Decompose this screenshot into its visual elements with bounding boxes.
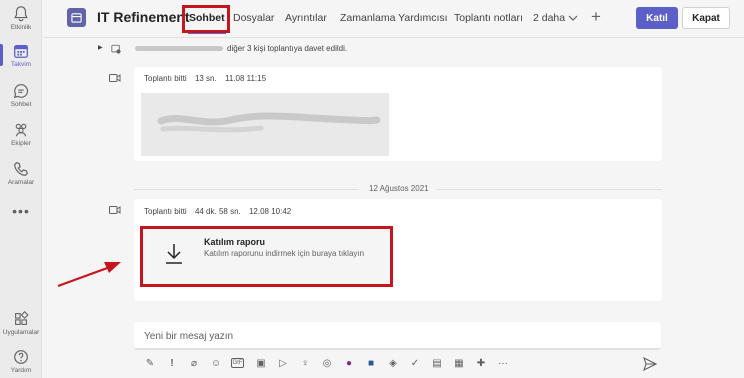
meeting-status: Toplantı bitti (144, 207, 187, 216)
tab-scheduling-assistant[interactable]: Zamanlama Yardımcısı (340, 12, 448, 24)
invite-line: diğer 3 kişi toplantıya davet edildi. (135, 44, 347, 53)
date-divider: 12 Ağustos 2021 (134, 184, 662, 194)
add-tab-button[interactable]: + (591, 7, 601, 27)
bell-icon (14, 6, 28, 22)
calendar-icon (14, 44, 28, 58)
gif-icon[interactable]: GIF (231, 358, 244, 368)
meeting-duration: 13 sn. (194, 74, 217, 83)
app-icon-2[interactable]: ■ (364, 356, 378, 370)
divider-line-left (134, 189, 359, 190)
tab-files[interactable]: Dosyalar (233, 12, 274, 24)
rail-help-label: Yardım (10, 367, 32, 374)
attendance-report-description: Katılım raporunu indirmek için buraya tı… (204, 249, 365, 258)
app-icon-6[interactable]: ▦ (452, 356, 466, 370)
emoji-icon[interactable]: ☺ (209, 356, 223, 370)
invite-text: diğer 3 kişi toplantıya davet edildi. (227, 44, 348, 53)
meeting-card-2: Toplantı bitti 44 dk. 58 sn. 12.08 10:42… (134, 199, 662, 301)
channel-header: IT Refinement Sohbet Dosyalar Ayrıntılar… (43, 0, 744, 38)
rail-calendar-label: Takvim (10, 61, 32, 68)
rail-chat[interactable]: Sohbet (0, 82, 42, 108)
meeting-card-1: Toplantı bitti 13 sn. 11.08 11:15 (134, 67, 662, 161)
divider-line-right (436, 189, 662, 190)
attach-icon[interactable]: ⌀ (187, 356, 201, 370)
rail-calls-label: Aramalar (7, 179, 35, 186)
attendance-report-card[interactable]: Katılım raporu Katılım raporunu indirmek… (140, 226, 393, 287)
app-icon-1[interactable]: ● (342, 356, 356, 370)
important-icon[interactable]: ! (165, 356, 179, 370)
meeting-time: 11.08 11:15 (224, 74, 267, 83)
rail-more-button[interactable]: ••• (0, 203, 42, 219)
app-icon-7[interactable]: ✚ (474, 356, 488, 370)
phone-icon (14, 162, 28, 176)
meeting-status: Toplantı bitti (144, 74, 187, 83)
praise-icon[interactable]: ♀ (298, 356, 312, 370)
teams-icon (15, 123, 27, 137)
loop-icon[interactable]: ◎ (320, 356, 334, 370)
apps-icon (15, 311, 29, 325)
help-icon (14, 350, 28, 364)
download-icon (166, 244, 182, 264)
chevron-down-icon[interactable] (568, 13, 578, 23)
compose-placeholder: Yeni bir mesaj yazın (144, 331, 234, 342)
format-icon[interactable]: ✎ (143, 356, 157, 370)
app-icon-5[interactable]: ▤ (430, 356, 444, 370)
rail-teams-label: Ekipler (11, 140, 31, 147)
meeting-duration: 44 dk. 58 sn. (194, 207, 241, 216)
tab-chat-highlight-box (182, 5, 230, 33)
date-divider-text: 12 Ağustos 2021 (369, 184, 429, 193)
message-compose-box[interactable]: Yeni bir mesaj yazın (134, 322, 661, 350)
video-camera-icon (109, 206, 121, 214)
video-camera-icon (109, 74, 121, 82)
rail-calls[interactable]: Aramalar (0, 160, 42, 186)
app-icon-3[interactable]: ◈ (386, 356, 400, 370)
tab-meeting-notes[interactable]: Toplantı notları (454, 12, 523, 24)
rail-activity[interactable]: Etkinlik (0, 5, 42, 31)
rail-calendar[interactable]: Takvim (0, 42, 42, 68)
blurred-names (135, 46, 223, 52)
join-button[interactable]: Katıl (636, 7, 678, 29)
sticker-icon[interactable]: ▣ (254, 356, 268, 370)
rail-chat-label: Sohbet (10, 101, 32, 108)
expand-caret-icon[interactable]: ▶ (98, 44, 103, 51)
calendar-add-icon (111, 44, 121, 54)
rail-apps[interactable]: Uygulamalar (0, 310, 42, 336)
attendance-report-title: Katılım raporu (204, 237, 266, 247)
blurred-content (157, 112, 381, 133)
rail-teams[interactable]: Ekipler (0, 121, 42, 147)
app-rail: Etkinlik Takvim Sohbet Ekipler Aramalar … (0, 0, 42, 378)
more-options-icon[interactable]: ··· (496, 356, 510, 370)
send-icon[interactable] (643, 357, 657, 371)
chat-icon (13, 84, 29, 99)
rail-activity-label: Etkinlik (10, 24, 32, 31)
meeting-time: 12.08 10:42 (248, 207, 292, 216)
team-avatar (67, 8, 86, 27)
app-icon-4[interactable]: ✓ (408, 356, 422, 370)
meeting-card-1-header: Toplantı bitti 13 sn. 11.08 11:15 (144, 74, 272, 83)
rail-apps-label: Uygulamalar (2, 329, 40, 336)
calendar-icon (71, 13, 82, 23)
meeting-card-2-header: Toplantı bitti 44 dk. 58 sn. 12.08 10:42 (144, 207, 297, 216)
meet-now-icon[interactable]: ▷ (276, 356, 290, 370)
blurred-recording-thumbnail[interactable] (141, 93, 389, 156)
meeting-title: IT Refinement (97, 9, 190, 25)
close-button[interactable]: Kapat (682, 7, 730, 29)
rail-help[interactable]: Yardım (0, 348, 42, 374)
tab-more[interactable]: 2 daha (533, 12, 565, 24)
tab-details[interactable]: Ayrıntılar (285, 12, 327, 24)
